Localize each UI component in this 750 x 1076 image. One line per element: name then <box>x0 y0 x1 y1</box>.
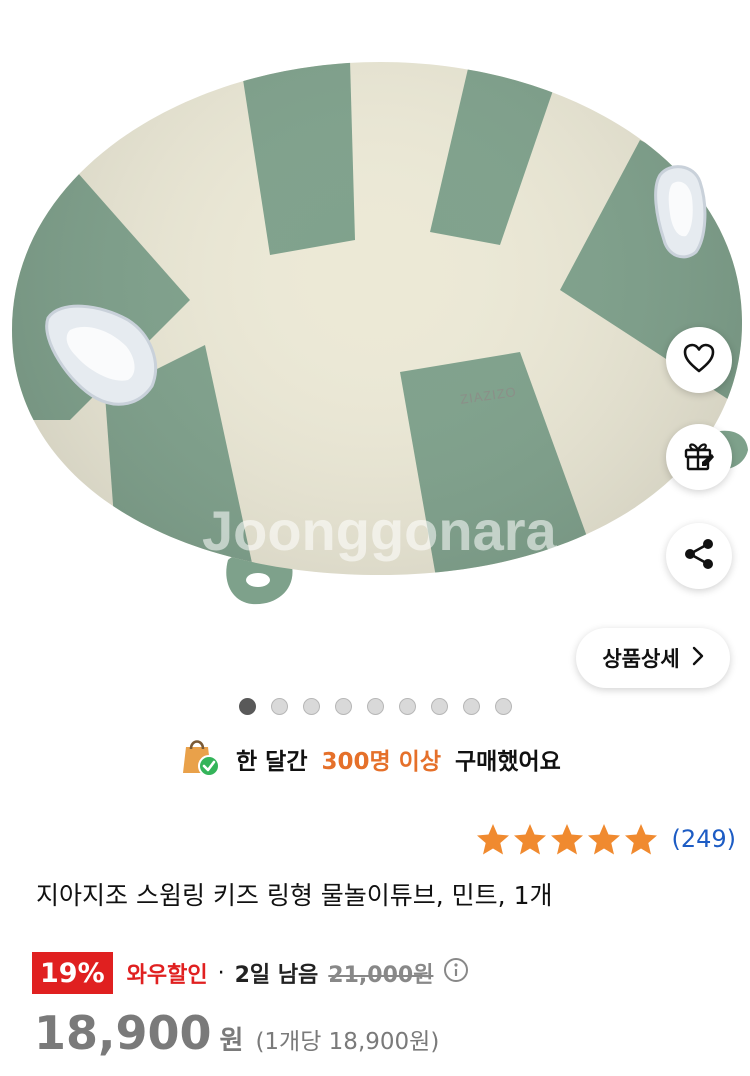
currency-unit: 원 <box>219 1026 244 1056</box>
pagination-dot[interactable] <box>302 698 320 715</box>
pagination-dot[interactable] <box>238 698 256 715</box>
rating[interactable]: (249) <box>475 822 736 856</box>
pagination-dot[interactable] <box>334 698 352 715</box>
price: 18,900 원 (1개당 18,900원) <box>34 1006 439 1060</box>
star-icon <box>588 824 621 855</box>
separator-dot: · <box>217 960 225 986</box>
gift-button[interactable] <box>666 424 732 490</box>
product-image[interactable]: ZIAZIZO Joonggonara <box>0 0 750 690</box>
purchase-count-banner: 한 달간 300명 이상 구매했어요 <box>176 735 561 783</box>
watermark: Joonggonara <box>202 499 557 562</box>
purchase-prefix: 한 달간 <box>236 749 308 775</box>
purchase-suffix: 구매했어요 <box>455 749 561 775</box>
share-button[interactable] <box>666 523 732 589</box>
pagination-dot[interactable] <box>366 698 384 715</box>
discount-badge: 19% <box>32 952 113 994</box>
pagination-dot[interactable] <box>430 698 448 715</box>
shopping-bag-check-icon <box>176 733 222 785</box>
deal-info: 19% 와우할인 · 2일 남음 21,000원 <box>32 951 469 995</box>
unit-price: (1개당 18,900원) <box>255 1029 440 1055</box>
wow-discount-label: 와우할인 <box>126 963 208 988</box>
star-icon <box>625 824 658 855</box>
sale-price: 18,900 <box>34 1006 212 1060</box>
image-pagination <box>0 698 750 716</box>
gift-icon <box>682 438 716 476</box>
info-icon[interactable] <box>443 957 469 989</box>
share-icon <box>682 537 716 575</box>
pagination-dot[interactable] <box>398 698 416 715</box>
star-icon <box>551 824 584 855</box>
product-detail-label: 상품상세 <box>602 647 680 671</box>
like-button[interactable] <box>666 327 732 393</box>
pagination-dot[interactable] <box>270 698 288 715</box>
original-price: 21,000원 <box>328 963 434 988</box>
star-icon <box>477 824 510 855</box>
star-icon <box>514 824 547 855</box>
product-detail-button[interactable]: 상품상세 <box>576 628 730 688</box>
swim-ring-illustration <box>12 62 748 605</box>
product-title: 지아지조 스윔링 키즈 링형 물놀이튜브, 민트, 1개 <box>36 881 553 910</box>
pagination-dot[interactable] <box>462 698 480 715</box>
star-rating <box>475 822 659 856</box>
pagination-dot[interactable] <box>494 698 512 715</box>
time-remaining: 2일 남음 <box>234 963 319 988</box>
purchase-highlight: 300명 이상 <box>321 749 442 775</box>
chevron-right-icon <box>692 646 704 671</box>
review-count-link[interactable]: (249) <box>671 825 736 853</box>
heart-icon <box>683 343 715 377</box>
